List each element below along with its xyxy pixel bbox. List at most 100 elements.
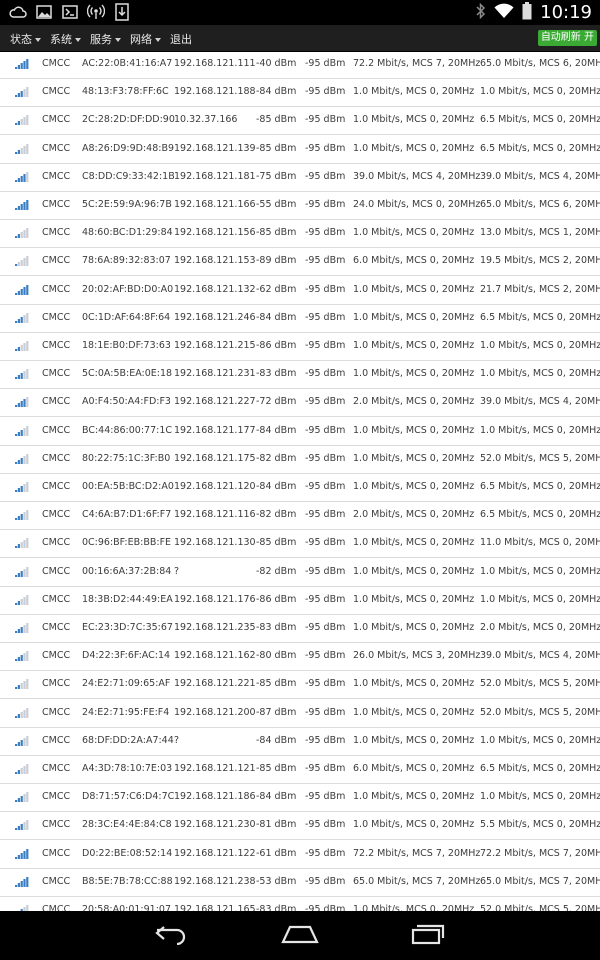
- tx-rate-cell: 6.5 Mbit/s, MCS 0, 20MHz: [480, 763, 600, 774]
- mac-cell: 20:58:A0:01:91:07: [82, 904, 171, 911]
- tx-rate-cell: 1.0 Mbit/s, MCS 0, 20MHz: [480, 593, 600, 605]
- tx-rate-cell: 1.0 Mbit/s, MCS 0, 20MHz: [480, 368, 600, 380]
- rx-rate-cell: 1.0 Mbit/s, MCS 0, 20MHz: [353, 452, 475, 464]
- download-icon: [112, 3, 132, 21]
- signal-strength-icon: [15, 651, 29, 662]
- noise-cell: -95 dBm: [305, 734, 346, 746]
- signal-cell: -82 dBm: [256, 509, 297, 521]
- mac-cell: EC:23:3D:7C:35:67: [82, 622, 173, 633]
- table-row: CMCC A8:26:D9:9D:48:B9 192.168.121.139 -85 …: [0, 135, 600, 164]
- tx-rate-cell: 1.0 Mbit/s, MCS 0, 20MHz: [480, 791, 600, 803]
- ssid-cell: CMCC: [42, 142, 71, 154]
- mac-cell: D4:22:3F:6F:AC:14: [82, 650, 171, 662]
- tx-rate-cell: 39.0 Mbit/s, MCS 4, 20MHz: [480, 396, 600, 408]
- nav-menu-services[interactable]: 服务: [90, 31, 121, 47]
- auto-refresh-toggle[interactable]: 自动刷新 开: [537, 30, 597, 46]
- rx-rate-cell: 1.0 Mbit/s, MCS 0, 20MHz: [353, 481, 475, 492]
- rx-rate-cell: 1.0 Mbit/s, MCS 0, 20MHz: [353, 142, 475, 154]
- signal-cell: -84 dBm: [256, 481, 297, 492]
- ip-cell: 192.168.121.186: [174, 791, 256, 803]
- tx-rate-cell: 13.0 Mbit/s, MCS 1, 20MHz: [480, 227, 600, 239]
- mac-cell: 80:22:75:1C:3F:B0: [82, 452, 171, 464]
- rx-rate-cell: 1.0 Mbit/s, MCS 0, 20MHz: [353, 368, 475, 380]
- noise-cell: -95 dBm: [305, 114, 346, 126]
- table-row: CMCC 28:3C:E4:4E:84:C8 192.168.121.230 -81 …: [0, 811, 600, 841]
- mac-cell: 20:02:AF:BD:D0:A0: [82, 283, 174, 295]
- noise-cell: -95 dBm: [305, 396, 346, 408]
- table-row: CMCC 00:16:6A:37:2B:84? -82 dBm -95 dBm 1.0 …: [0, 558, 600, 587]
- nav-menu-system[interactable]: 系统: [50, 31, 81, 47]
- noise-cell: -95 dBm: [305, 311, 346, 323]
- mac-cell: A0:F4:50:A4:FD:F3: [82, 396, 171, 408]
- noise-cell: -95 dBm: [305, 537, 346, 549]
- noise-cell: -95 dBm: [305, 875, 346, 887]
- signal-strength-icon: [15, 792, 29, 803]
- bluetooth-icon: [476, 2, 486, 23]
- mac-cell: BC:44:86:00:77:1C: [82, 424, 173, 436]
- noise-cell: -95 dBm: [305, 227, 346, 239]
- tx-rate-cell: 21.7 Mbit/s, MCS 2, 20MHz: [480, 283, 600, 295]
- noise-cell: -95 dBm: [305, 763, 346, 774]
- ip-cell: 10.32.37.166: [174, 114, 238, 126]
- signal-cell: -84 dBm: [256, 734, 297, 746]
- ip-cell: 192.168.121.156: [174, 227, 256, 239]
- noise-cell: -95 dBm: [305, 678, 346, 690]
- noise-cell: -95 dBm: [305, 622, 346, 633]
- recents-button[interactable]: [406, 921, 450, 951]
- table-row: CMCC A4:3D:78:10:7E:03 192.168.121.121 -85 …: [0, 755, 600, 784]
- chevron-down-icon: [35, 38, 41, 42]
- table-row: CMCC B8:5E:7B:78:CC:88 192.168.121.238 -53 …: [0, 868, 600, 897]
- signal-strength-icon: [15, 848, 29, 859]
- nav-menu-status[interactable]: 状态: [10, 31, 41, 47]
- signal-cell: -89 dBm: [256, 255, 297, 267]
- rx-rate-cell: 1.0 Mbit/s, MCS 0, 20MHz: [353, 283, 475, 295]
- table-row: CMCC D0:22:BE:08:52:14 192.168.121.122 -61 …: [0, 840, 600, 869]
- nav-menu-network[interactable]: 网络: [130, 31, 161, 47]
- wifi-icon: [494, 3, 514, 23]
- rx-rate-cell: 26.0 Mbit/s, MCS 3, 20MHz: [353, 650, 481, 662]
- table-row: CMCC 2C:28:2D:DF:DD:90 10.32.37.166 -85 dBm…: [0, 106, 600, 136]
- ip-cell: 192.168.121.181: [174, 170, 256, 182]
- ssid-cell: CMCC: [42, 819, 71, 831]
- noise-cell: -95 dBm: [305, 593, 346, 605]
- table-row: CMCC 48:13:F3:78:FF:6C 192.168.121.188 -84 …: [0, 78, 600, 108]
- ssid-cell: CMCC: [42, 678, 71, 690]
- ip-cell: 192.168.121.188: [174, 86, 256, 98]
- associated-stations-table: CMCC AC:22:0B:41:16:A7 192.168.121.111 -40 …: [0, 52, 600, 911]
- signal-cell: -61 dBm: [256, 847, 297, 859]
- noise-cell: -95 dBm: [305, 509, 346, 521]
- rx-rate-cell: 2.0 Mbit/s, MCS 0, 20MHz: [353, 509, 475, 521]
- mac-cell: D0:22:BE:08:52:14: [82, 847, 173, 859]
- signal-cell: -81 dBm: [256, 819, 297, 831]
- noise-cell: -95 dBm: [305, 170, 346, 182]
- rx-rate-cell: 1.0 Mbit/s, MCS 0, 20MHz: [353, 311, 475, 323]
- signal-strength-icon: [15, 876, 29, 887]
- mac-cell: 28:3C:E4:4E:84:C8: [82, 819, 172, 831]
- signal-strength-icon: [15, 764, 29, 774]
- ip-cell: 192.168.121.175: [174, 452, 256, 464]
- signal-cell: -86 dBm: [256, 340, 297, 351]
- signal-strength-icon: [15, 256, 29, 267]
- mac-cell: 24:E2:71:09:65:AF: [82, 678, 171, 690]
- mac-cell: 78:6A:89:32:83:07: [82, 255, 171, 267]
- ip-cell: 192.168.121.235: [174, 622, 256, 633]
- tx-rate-cell: 52.0 Mbit/s, MCS 5, 20MHz: [480, 904, 600, 911]
- home-button[interactable]: [278, 921, 322, 951]
- signal-strength-icon: [15, 707, 29, 718]
- nav-logout-link[interactable]: 退出: [170, 31, 192, 47]
- ip-cell: ?: [174, 565, 180, 577]
- signal-strength-icon: [15, 425, 29, 436]
- table-row: CMCC A0:F4:50:A4:FD:F3 192.168.121.227 -72 …: [0, 388, 600, 418]
- table-row: CMCC 24:E2:71:09:65:AF 192.168.121.221 -85 …: [0, 670, 600, 700]
- rx-rate-cell: 72.2 Mbit/s, MCS 7, 20MHz: [353, 847, 481, 859]
- back-button[interactable]: [150, 921, 194, 951]
- signal-cell: -84 dBm: [256, 791, 297, 803]
- tx-rate-cell: 52.0 Mbit/s, MCS 5, 20MHz: [480, 678, 600, 690]
- ssid-cell: CMCC: [42, 481, 71, 492]
- ssid-cell: CMCC: [42, 311, 71, 323]
- signal-cell: -84 dBm: [256, 311, 297, 323]
- noise-cell: -95 dBm: [305, 565, 346, 577]
- tx-rate-cell: 65.0 Mbit/s, MCS 6, 20MHz: [480, 199, 600, 210]
- nav-menu-label: 系统: [50, 33, 72, 46]
- ip-cell: 192.168.121.122: [174, 847, 256, 859]
